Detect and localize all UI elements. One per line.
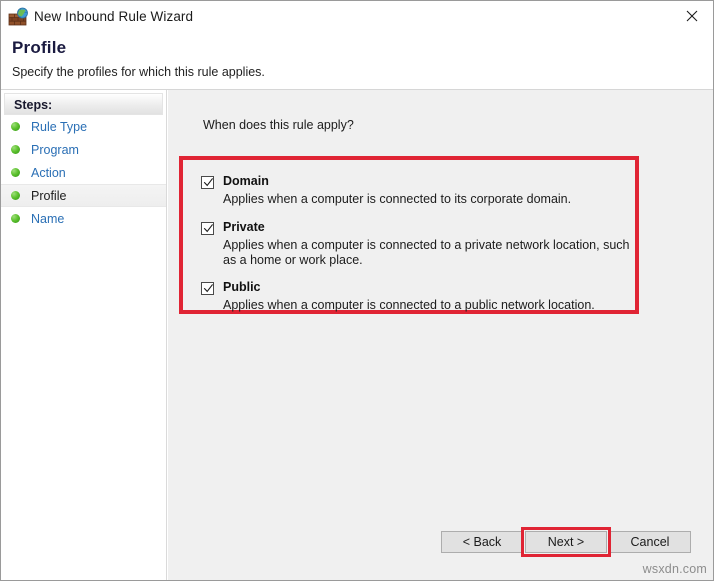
question-text: When does this rule apply? — [203, 118, 354, 132]
profile-domain-description: Applies when a computer is connected to … — [223, 192, 571, 207]
steps-heading: Steps: — [4, 93, 163, 115]
step-bullet-icon — [11, 168, 20, 177]
sidebar-item-profile[interactable]: Profile — [1, 184, 166, 207]
main-panel: When does this rule apply? Domain Ap — [168, 90, 713, 580]
step-bullet-icon — [11, 214, 20, 223]
profile-domain-label: Domain — [223, 174, 269, 189]
sidebar-item-label: Action — [31, 166, 66, 180]
title-bar: New Inbound Rule Wizard — [1, 1, 714, 32]
profile-private-head[interactable]: Private — [201, 220, 631, 235]
profile-private-label: Private — [223, 220, 265, 235]
checkbox-public[interactable] — [201, 282, 214, 295]
cancel-button[interactable]: Cancel — [609, 531, 691, 553]
next-button[interactable]: Next > — [525, 531, 607, 553]
wizard-header: Profile Specify the profiles for which t… — [1, 32, 714, 90]
profiles-group: Domain Applies when a computer is connec… — [183, 160, 635, 310]
sidebar-item-rule-type[interactable]: Rule Type — [1, 115, 166, 138]
window-title: New Inbound Rule Wizard — [34, 9, 193, 24]
step-bullet-icon — [11, 191, 20, 200]
page-title: Profile — [12, 38, 66, 58]
profile-public-label: Public — [223, 280, 261, 295]
checkbox-private[interactable] — [201, 222, 214, 235]
close-icon[interactable] — [669, 1, 714, 31]
sidebar-item-name[interactable]: Name — [1, 207, 166, 230]
sidebar-item-label: Name — [31, 212, 64, 226]
profile-private-description: Applies when a computer is connected to … — [223, 238, 631, 268]
firewall-icon — [8, 7, 30, 27]
watermark: wsxdn.com — [643, 562, 707, 576]
profile-public-head[interactable]: Public — [201, 280, 595, 295]
sidebar-item-label: Rule Type — [31, 120, 87, 134]
wizard-body: Steps: Rule Type Program Action Profile … — [1, 90, 713, 580]
profile-option-domain[interactable]: Domain Applies when a computer is connec… — [201, 174, 571, 207]
sidebar-item-label: Program — [31, 143, 79, 157]
profile-domain-head[interactable]: Domain — [201, 174, 571, 189]
profile-option-private[interactable]: Private Applies when a computer is conne… — [201, 220, 631, 268]
sidebar-item-action[interactable]: Action — [1, 161, 166, 184]
profile-public-description: Applies when a computer is connected to … — [223, 298, 595, 313]
wizard-window: New Inbound Rule Wizard Profile Specify … — [0, 0, 714, 581]
steps-sidebar: Steps: Rule Type Program Action Profile … — [1, 90, 167, 580]
page-subtitle: Specify the profiles for which this rule… — [12, 65, 265, 79]
sidebar-item-program[interactable]: Program — [1, 138, 166, 161]
step-bullet-icon — [11, 122, 20, 131]
profiles-highlight-box: Domain Applies when a computer is connec… — [179, 156, 639, 314]
footer-button-bar: < Back Next > Cancel wsxdn.com — [1, 520, 713, 580]
sidebar-item-label: Profile — [31, 189, 66, 203]
profile-option-public[interactable]: Public Applies when a computer is connec… — [201, 280, 595, 313]
back-button[interactable]: < Back — [441, 531, 523, 553]
step-bullet-icon — [11, 145, 20, 154]
checkbox-domain[interactable] — [201, 176, 214, 189]
